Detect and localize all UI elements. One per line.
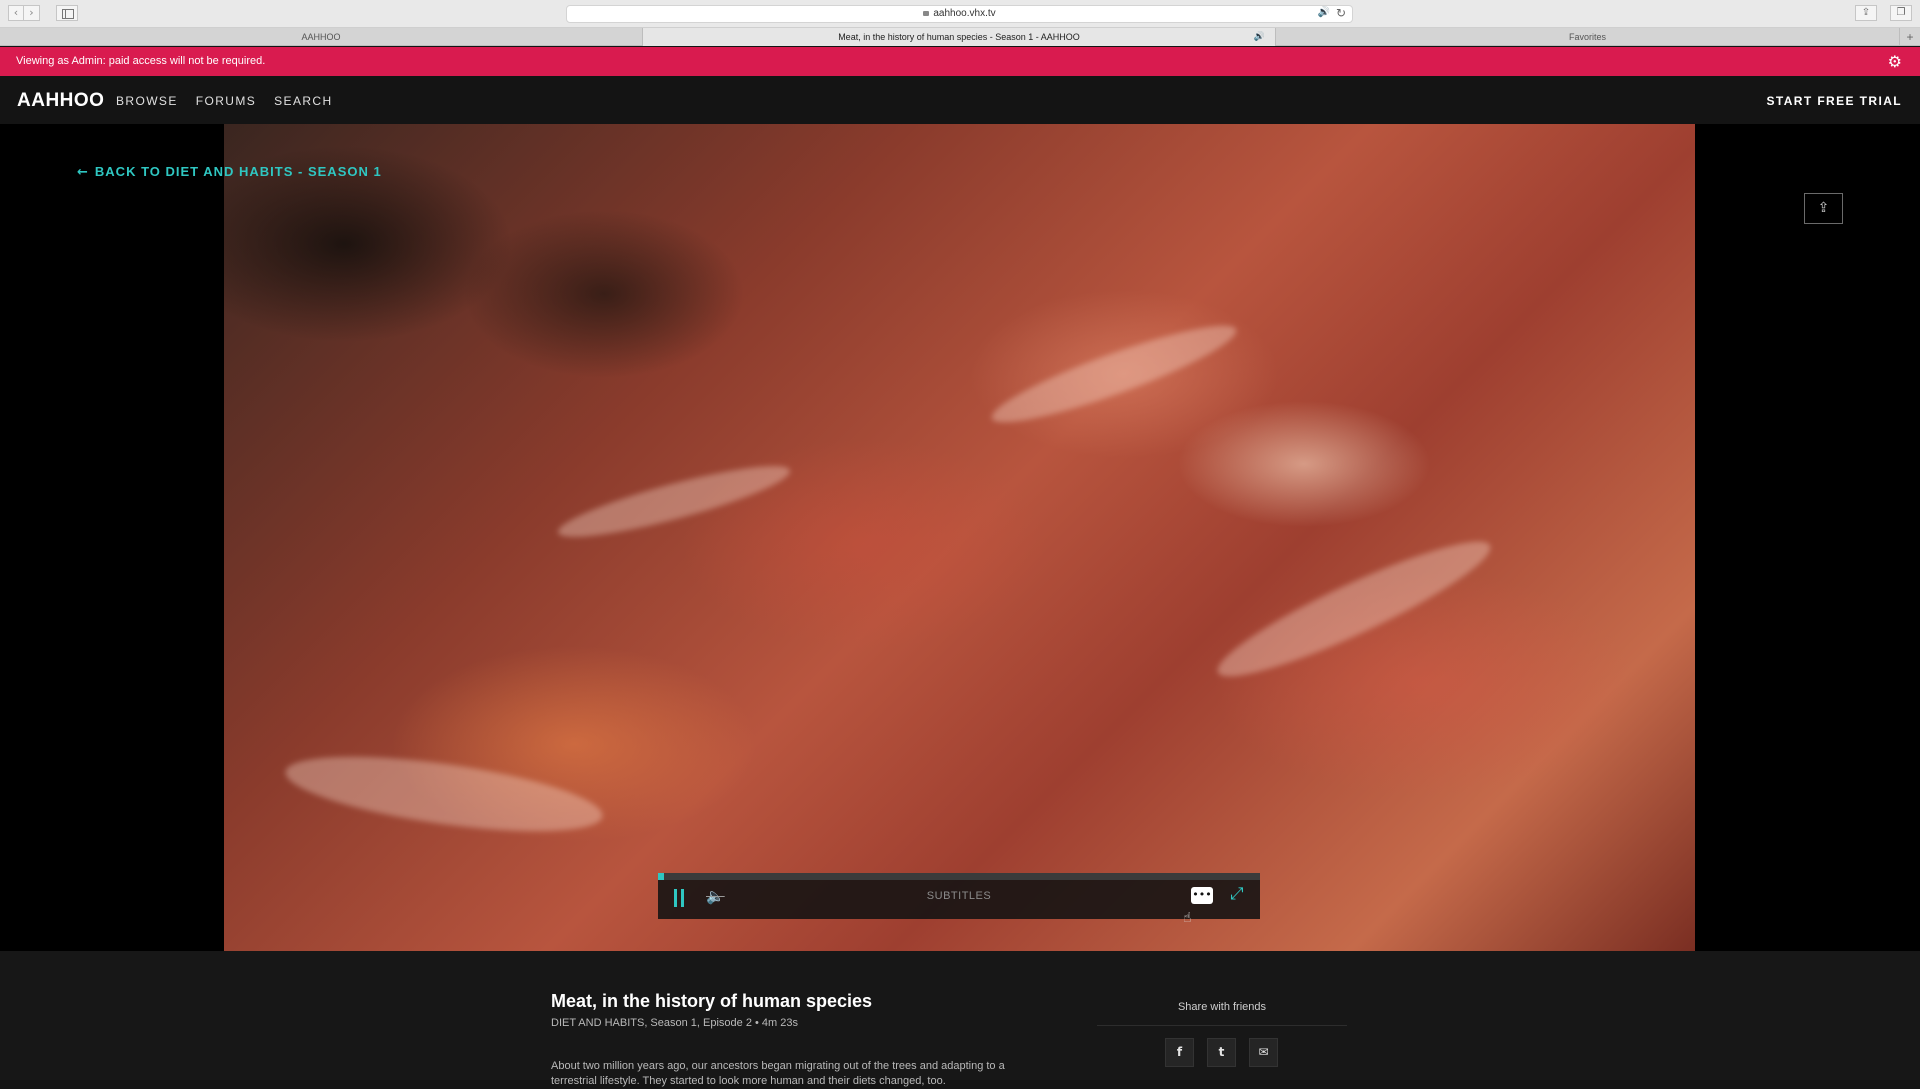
email-icon[interactable]: ✉ — [1249, 1038, 1278, 1067]
nav-search[interactable]: SEARCH — [274, 94, 332, 108]
episode-title: Meat, in the history of human species — [551, 991, 873, 1011]
subtitles-icon[interactable] — [1191, 887, 1213, 904]
browser-tab-bar: AAHHOO Meat, in the history of human spe… — [0, 28, 1920, 46]
site-header: AAHHOO BROWSE FORUMS SEARCH START FREE T… — [0, 76, 1920, 124]
site-logo[interactable]: AAHHOO — [17, 90, 104, 112]
video-player: ← BACK TO DIET AND HABITS - SEASON 1 ⇪ 🔈 … — [0, 124, 1920, 951]
reload-icon[interactable]: ↻ — [1336, 6, 1346, 20]
share-button[interactable]: ⇪ — [1804, 193, 1843, 224]
new-tab-icon[interactable]: + — [1900, 28, 1920, 46]
share-icon: ⇪ — [1817, 200, 1830, 216]
video-highlight — [984, 310, 1244, 438]
video-highlight — [281, 742, 607, 846]
episode-meta: DIET AND HABITS, Season 1, Episode 2 • 4… — [551, 1017, 798, 1029]
pointer-cursor-icon: ☝ — [1183, 910, 1192, 926]
tab-meat-episode[interactable]: Meat, in the history of human species - … — [643, 28, 1276, 46]
sidebar-toggle-icon[interactable] — [56, 5, 78, 21]
fullscreen-icon[interactable]: ⤢ — [1230, 884, 1244, 904]
video-highlight — [1207, 522, 1501, 696]
tab-aahhoo[interactable]: AAHHOO — [0, 28, 643, 46]
video-frame[interactable] — [224, 124, 1695, 951]
url-text: aahhoo.vhx.tv — [933, 8, 996, 19]
progress-bar[interactable] — [658, 873, 1260, 880]
nav-browse[interactable]: BROWSE — [116, 94, 178, 108]
lock-icon — [923, 11, 930, 16]
nav-forums[interactable]: FORUMS — [196, 94, 256, 108]
episode-description: About two million years ago, our ancesto… — [551, 1060, 1005, 1087]
gear-icon[interactable]: ⚙ — [1888, 52, 1902, 71]
tabs-icon: ❐ — [1896, 7, 1906, 18]
arrow-left-icon: ← — [77, 165, 89, 180]
facebook-icon[interactable]: f — [1165, 1038, 1194, 1067]
share-divider — [1097, 1025, 1347, 1026]
tab-audio-icon[interactable]: 🔊 — [1254, 28, 1265, 46]
tab-label: AAHHOO — [301, 32, 341, 42]
address-bar[interactable]: aahhoo.vhx.tv 🔊 ↻ — [566, 5, 1353, 23]
tab-favorites[interactable]: Favorites — [1276, 28, 1900, 46]
back-to-season-link[interactable]: ← BACK TO DIET AND HABITS - SEASON 1 — [77, 164, 382, 180]
admin-banner: Viewing as Admin: paid access will not b… — [0, 47, 1920, 76]
browser-share-button[interactable]: ⇪ — [1855, 5, 1877, 21]
tab-overview-button[interactable]: ❐ — [1890, 5, 1912, 21]
admin-banner-text: Viewing as Admin: paid access will not b… — [16, 55, 266, 67]
tab-label: Favorites — [1568, 32, 1606, 42]
episode-details: Meat, in the history of human species DI… — [0, 951, 1920, 1087]
subtitles-label: SUBTITLES — [926, 890, 992, 902]
forward-nav-button[interactable]: › — [24, 5, 40, 21]
video-highlight — [553, 453, 795, 550]
progress-fill — [658, 873, 665, 880]
share-icon: ⇪ — [1861, 7, 1871, 18]
history-nav: ‹ › — [8, 5, 40, 21]
main-nav: BROWSE FORUMS SEARCH — [116, 94, 333, 108]
tab-label: Meat, in the history of human species - … — [838, 32, 1080, 42]
url-display: aahhoo.vhx.tv — [567, 8, 1352, 19]
share-heading: Share with friends — [1177, 1001, 1267, 1013]
audio-playing-icon[interactable]: 🔊 — [1318, 7, 1330, 18]
browser-toolbar: ‹ › aahhoo.vhx.tv 🔊 ↻ ⇪ ❐ — [0, 0, 1920, 28]
start-free-trial-button[interactable]: START FREE TRIAL — [1766, 94, 1902, 108]
twitter-icon[interactable]: t — [1207, 1038, 1236, 1067]
back-link-label: BACK TO DIET AND HABITS - SEASON 1 — [94, 164, 382, 179]
back-nav-button[interactable]: ‹ — [8, 5, 24, 21]
player-controls: 🔈 SUBTITLES ⤢ — [658, 873, 1260, 919]
